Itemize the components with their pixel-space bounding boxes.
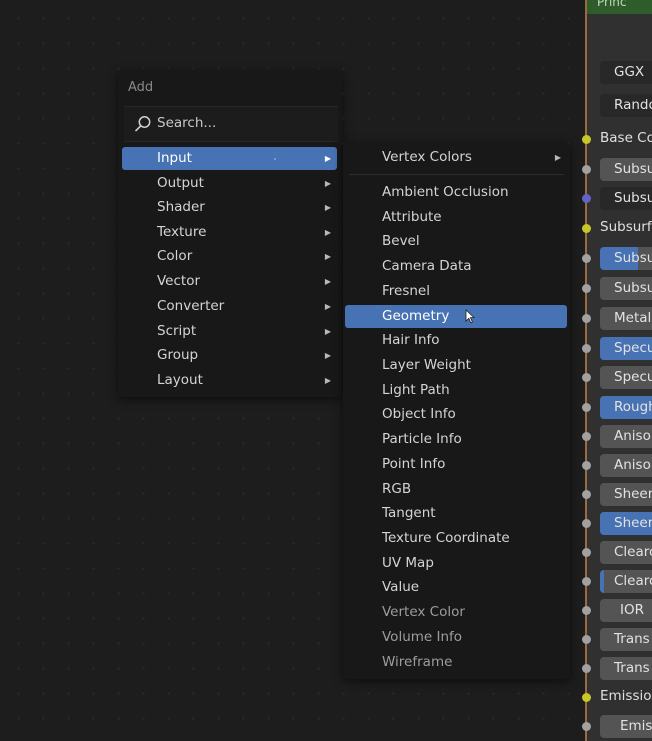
emission-socket[interactable] [582,693,591,702]
node-header-title: Princ [597,0,627,9]
submenu-item-particle-info[interactable]: Particle Info [345,428,567,451]
submenu-item-uv-map[interactable]: UV Map [345,552,567,575]
submenu-item-rgb[interactable]: RGB [345,478,567,501]
submenu-item-layer-weight[interactable]: Layer Weight [345,354,567,377]
submenu-arrow-icon: ▶ [324,351,331,360]
submenu-arrow-icon: ▶ [324,277,331,286]
submenu-item-attribute[interactable]: Attribute [345,206,567,229]
specular-tint-field[interactable]: Specu [600,366,652,389]
menu-item-color[interactable]: Color ▶ [122,245,337,268]
emission-label: Emissio [600,688,652,704]
transmission-socket[interactable] [582,635,591,644]
subsurface-method-dropdown[interactable]: Rando [600,94,652,117]
menu-title: Add [128,80,154,95]
menu-item-layout[interactable]: Layout ▶ [122,369,337,392]
anisotropic-rotation-field[interactable]: Aniso [600,454,652,477]
submenu-item-vertex-colors[interactable]: Vertex Colors ▶ [345,146,567,169]
subsurface-anisotropy-field[interactable]: Subsu [600,277,652,300]
submenu-item-point-info[interactable]: Point Info [345,453,567,476]
clearcoat-socket[interactable] [582,548,591,557]
anisotropic-socket[interactable] [582,432,591,441]
submenu-arrow-icon: ▶ [324,179,331,188]
add-menu: Add Search... Input ▶ Output ▶ Shader ▶ Tex… [118,71,342,397]
submenu-arrow-icon: ▶ [324,154,331,163]
submenu-item-texture-coordinate[interactable]: Texture Coordinate [345,527,567,550]
menu-item-texture[interactable]: Texture ▶ [122,221,337,244]
submenu-arrow-icon: ▶ [324,302,331,311]
ior-socket[interactable] [582,606,591,615]
clearcoat-field[interactable]: Clearc [600,541,652,564]
subsurface-ior-socket[interactable] [582,254,591,263]
specular-tint-socket[interactable] [582,373,591,382]
submenu-item-light-path[interactable]: Light Path [345,379,567,402]
specular-field[interactable]: Specu [600,337,652,360]
roughness-field[interactable]: Rough [600,396,652,419]
menu-item-input[interactable]: Input ▶ [122,147,337,170]
submenu-item-vertex-color[interactable]: Vertex Color [345,601,567,624]
specular-socket[interactable] [582,344,591,353]
submenu-item-object-info[interactable]: Object Info [345,403,567,426]
anisotropic-rotation-socket[interactable] [582,461,591,470]
submenu-item-fresnel[interactable]: Fresnel [345,280,567,303]
submenu-item-tangent[interactable]: Tangent [345,502,567,525]
roughness-socket[interactable] [582,403,591,412]
principled-bsdf-node[interactable]: Princ GGX Rando Base Co Subsu Subsu Subs… [582,0,652,741]
base-color-label: Base Co [600,130,652,146]
transmission-roughness-field[interactable]: Trans [600,657,652,680]
node-frame-border [585,0,587,741]
metallic-field[interactable]: Metal [600,307,652,330]
submenu-item-wireframe[interactable]: Wireframe [345,651,567,674]
menu-item-converter[interactable]: Converter ▶ [122,295,337,318]
mouse-cursor-icon [465,309,475,324]
subsurface-color-label: Subsurf [600,219,652,235]
submenu-arrow-icon: ▶ [324,203,331,212]
subsurface-color-socket[interactable] [582,224,591,233]
emission-strength-field[interactable]: Emis [600,715,652,738]
subsurface-ior-field[interactable]: Subsu [600,247,652,270]
submenu-item-value[interactable]: Value [345,576,567,599]
sheen-tint-field[interactable]: Sheer [600,512,652,535]
submenu-arrow-icon: ▶ [324,252,331,261]
node-header[interactable]: Princ [587,0,652,14]
submenu-arrow-icon: ▶ [554,153,561,162]
input-submenu: Vertex Colors ▶ Ambient Occlusion Attribu… [343,143,570,679]
submenu-item-bevel[interactable]: Bevel [345,230,567,253]
subsurface-socket[interactable] [582,165,591,174]
sheen-socket[interactable] [582,490,591,499]
transmission-roughness-socket[interactable] [582,664,591,673]
base-color-socket[interactable] [582,135,591,144]
menu-item-shader[interactable]: Shader ▶ [122,196,337,219]
submenu-item-ambient-occlusion[interactable]: Ambient Occlusion [345,181,567,204]
subsurface-field[interactable]: Subsu [600,158,652,181]
submenu-item-geometry[interactable]: Geometry [345,305,567,328]
transmission-field[interactable]: Trans [600,628,652,651]
emission-strength-socket[interactable] [582,722,591,731]
submenu-item-camera-data[interactable]: Camera Data [345,255,567,278]
ior-field[interactable]: IOR [600,599,652,622]
menu-item-group[interactable]: Group ▶ [122,344,337,367]
submenu-arrow-icon: ▶ [324,228,331,237]
search-input[interactable]: Search... [157,115,216,131]
subsurface-radius-field[interactable]: Subsu [600,187,652,210]
menu-item-output[interactable]: Output ▶ [122,172,337,195]
sheen-tint-socket[interactable] [582,519,591,528]
submenu-item-hair-info[interactable]: Hair Info [345,329,567,352]
menu-separator [349,174,564,175]
subsurface-anisotropy-socket[interactable] [582,284,591,293]
menu-item-script[interactable]: Script ▶ [122,320,337,343]
search-icon [135,116,151,132]
distribution-dropdown[interactable]: GGX [600,61,652,84]
submenu-arrow-icon: ▶ [324,327,331,336]
menu-item-vector[interactable]: Vector ▶ [122,270,337,293]
submenu-item-volume-info[interactable]: Volume Info [345,626,567,649]
subsurface-radius-socket[interactable] [582,194,591,203]
search-box[interactable]: Search... [124,106,338,142]
anisotropic-field[interactable]: Aniso [600,425,652,448]
submenu-arrow-icon: ▶ [324,376,331,385]
clearcoat-roughness-field[interactable]: Clearc [600,570,652,593]
sheen-field[interactable]: Sheer [600,483,652,506]
metallic-socket[interactable] [582,314,591,323]
clearcoat-roughness-socket[interactable] [582,577,591,586]
